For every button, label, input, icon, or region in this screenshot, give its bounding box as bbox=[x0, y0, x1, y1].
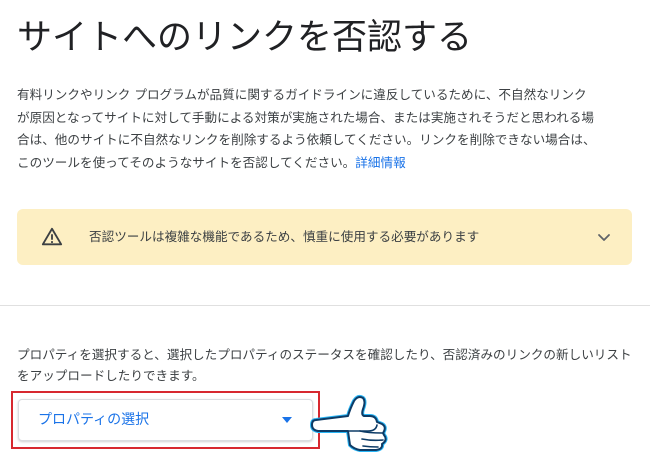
property-select-dropdown[interactable]: プロパティの選択 bbox=[18, 399, 313, 441]
chevron-down-icon[interactable] bbox=[596, 229, 612, 245]
pointing-hand-icon bbox=[310, 395, 388, 452]
intro-text: 有料リンクやリンク プログラムが品質に関するガイドラインに違反しているために、不… bbox=[17, 87, 596, 171]
disavow-links-page: サイトへのリンクを否認する 有料リンクやリンク プログラムが品質に関するガイドラ… bbox=[0, 0, 650, 458]
property-description: プロパティを選択すると、選択したプロパティのステータスを確認したり、否認済みのリ… bbox=[17, 347, 632, 383]
section-divider bbox=[0, 305, 650, 306]
warning-triangle-icon bbox=[41, 227, 63, 246]
warning-banner[interactable]: 否認ツールは複雑な機能であるため、慎重に使用する必要があります bbox=[17, 209, 632, 265]
property-select-label: プロパティの選択 bbox=[38, 412, 150, 428]
details-link[interactable]: 詳細情報 bbox=[355, 155, 405, 170]
warning-text: 否認ツールは複雑な機能であるため、慎重に使用する必要があります bbox=[89, 229, 480, 244]
page-title: サイトへのリンクを否認する bbox=[17, 18, 473, 58]
intro-paragraph: 有料リンクやリンク プログラムが品質に関するガイドラインに違反しているために、不… bbox=[17, 84, 597, 175]
dropdown-arrow-icon bbox=[282, 417, 292, 423]
